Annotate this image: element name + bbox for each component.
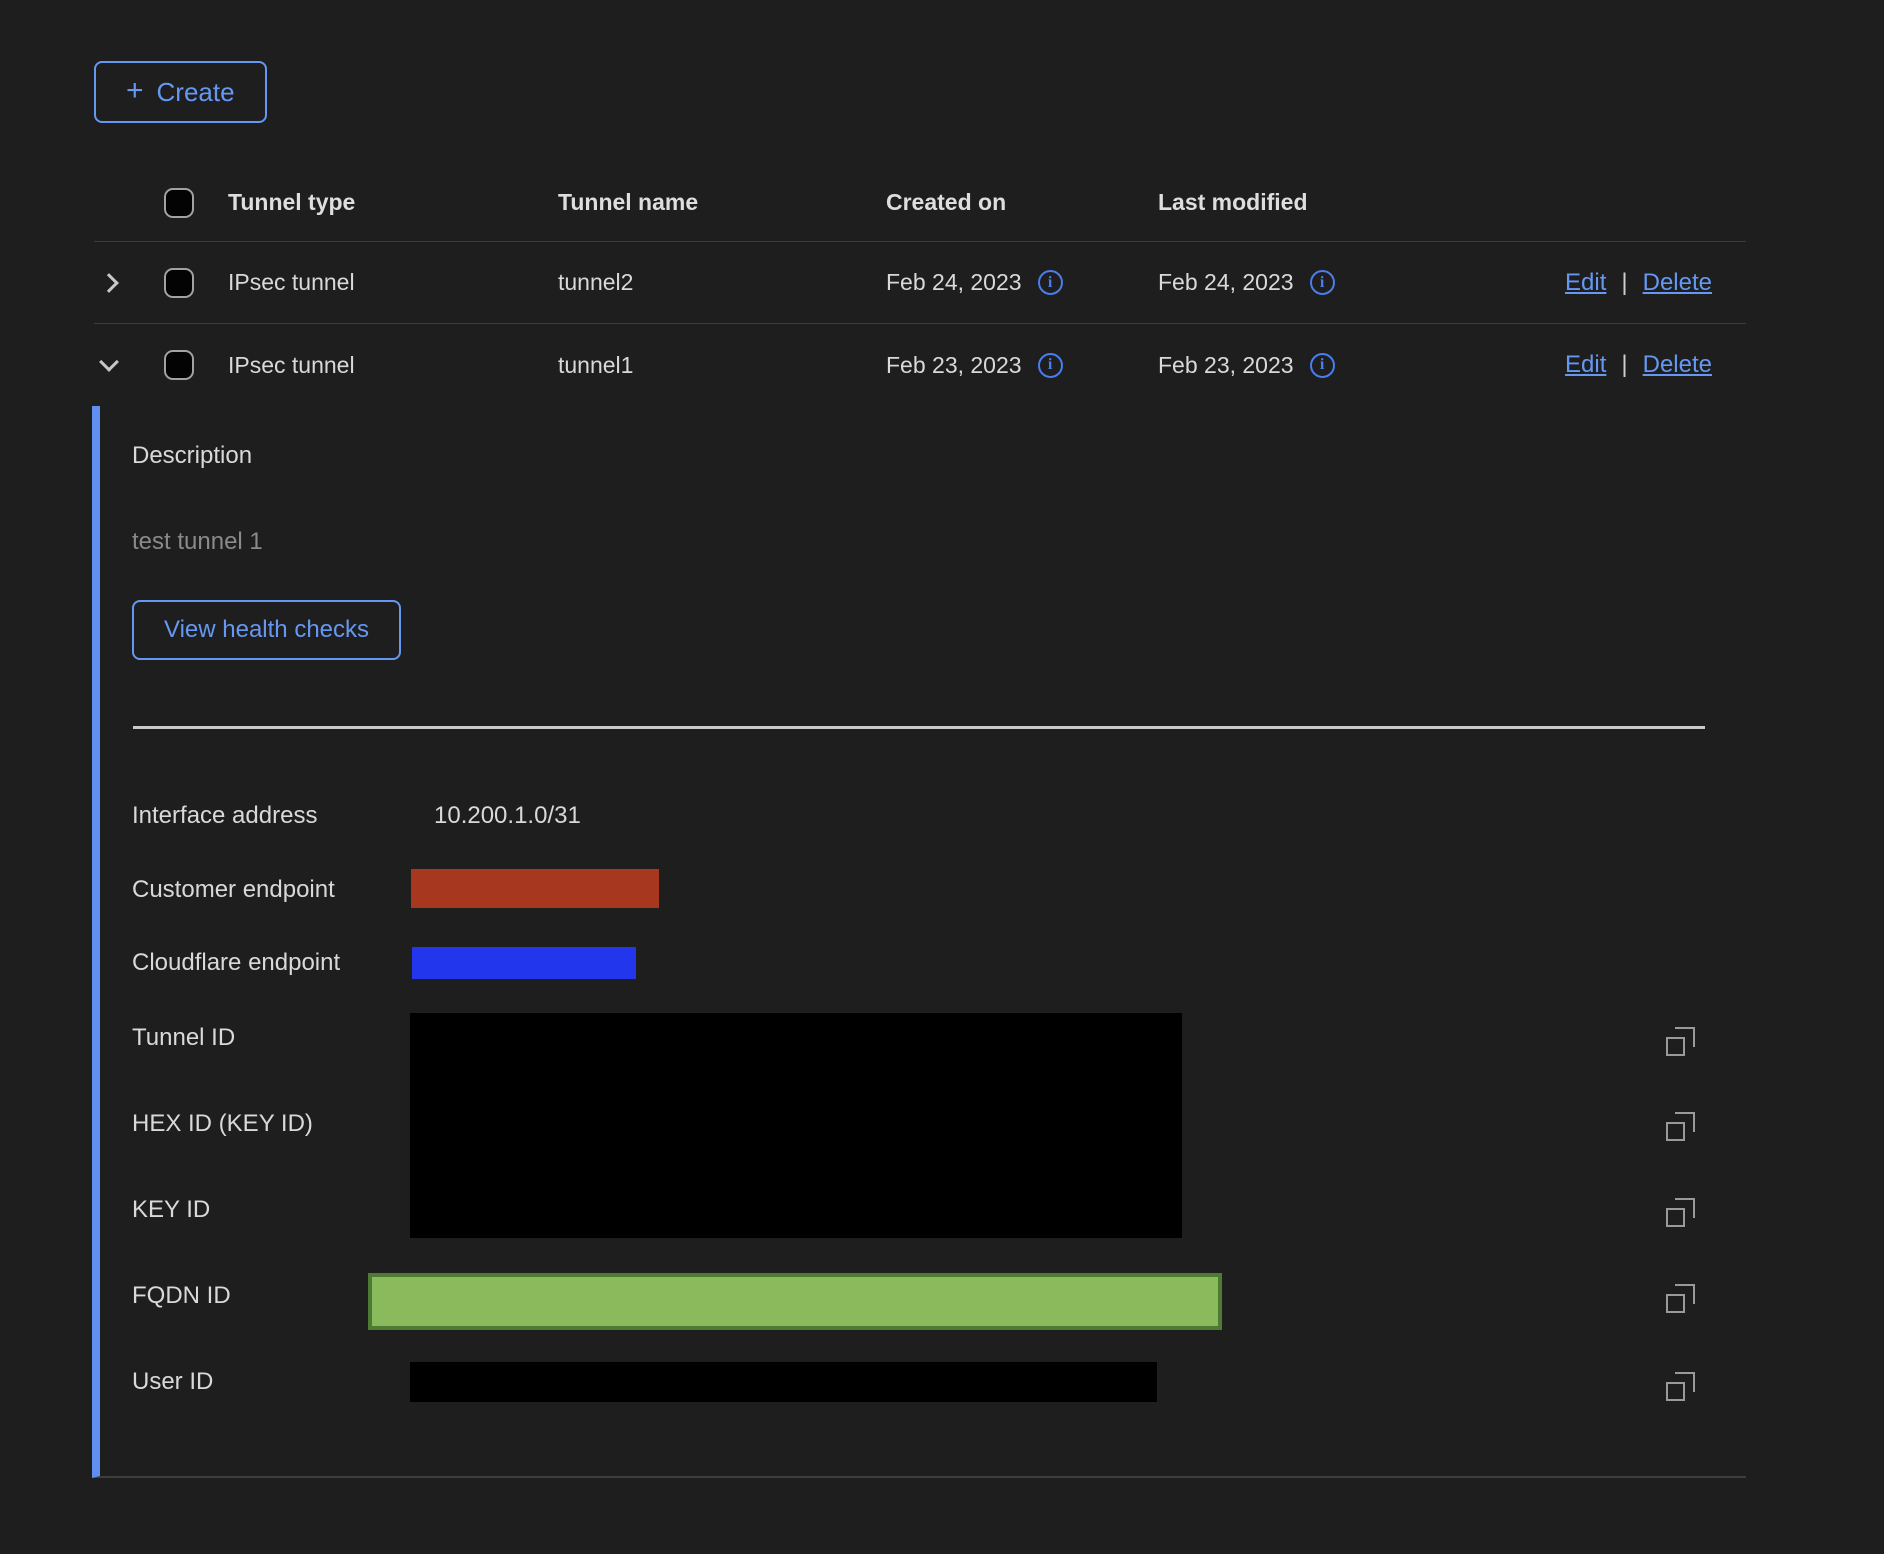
tunnel-name-cell: tunnel1 bbox=[558, 352, 886, 379]
created-on-cell: Feb 24, 2023 bbox=[886, 269, 1022, 296]
copy-icon[interactable] bbox=[1666, 1284, 1696, 1314]
tunnel-type-cell: IPsec tunnel bbox=[228, 352, 558, 379]
action-separator: | bbox=[1621, 351, 1627, 379]
table-row-expanded: IPsec tunnel tunnel1 Feb 23, 2023 Feb 23… bbox=[94, 324, 1746, 406]
header-tunnel-name: Tunnel name bbox=[558, 189, 886, 216]
hex-id-label: HEX ID (KEY ID) bbox=[132, 1110, 313, 1138]
info-icon[interactable] bbox=[1038, 353, 1063, 378]
last-modified-cell: Feb 24, 2023 bbox=[1158, 269, 1294, 296]
tunnel-id-label: Tunnel ID bbox=[132, 1024, 235, 1052]
copy-icon[interactable] bbox=[1666, 1027, 1696, 1057]
header-created-on: Created on bbox=[886, 189, 1158, 216]
tunnel-type-cell: IPsec tunnel bbox=[228, 269, 558, 296]
row-checkbox[interactable] bbox=[164, 350, 194, 380]
tunnels-table: Tunnel type Tunnel name Created on Last … bbox=[94, 164, 1746, 406]
cloudflare-endpoint-redaction bbox=[412, 947, 636, 979]
info-icon[interactable] bbox=[1310, 270, 1335, 295]
table-header-row: Tunnel type Tunnel name Created on Last … bbox=[94, 164, 1746, 242]
user-id-label: User ID bbox=[132, 1368, 213, 1396]
ids-redaction bbox=[410, 1013, 1182, 1238]
created-on-cell: Feb 23, 2023 bbox=[886, 352, 1022, 379]
edit-link[interactable]: Edit bbox=[1565, 351, 1606, 379]
header-tunnel-type: Tunnel type bbox=[228, 189, 558, 216]
description-value: test tunnel 1 bbox=[132, 528, 263, 556]
last-modified-cell: Feb 23, 2023 bbox=[1158, 352, 1294, 379]
view-health-checks-button[interactable]: View health checks bbox=[132, 600, 401, 660]
description-label: Description bbox=[132, 442, 252, 470]
info-icon[interactable] bbox=[1310, 353, 1335, 378]
chevron-down-icon[interactable] bbox=[99, 352, 119, 372]
row-checkbox[interactable] bbox=[164, 268, 194, 298]
plus-icon: + bbox=[126, 76, 144, 106]
create-button-label: Create bbox=[157, 77, 235, 108]
info-icon[interactable] bbox=[1038, 270, 1063, 295]
action-separator: | bbox=[1621, 269, 1627, 297]
copy-icon[interactable] bbox=[1666, 1198, 1696, 1228]
table-row: IPsec tunnel tunnel2 Feb 24, 2023 Feb 24… bbox=[94, 242, 1746, 324]
chevron-right-icon[interactable] bbox=[99, 273, 119, 293]
cloudflare-endpoint-label: Cloudflare endpoint bbox=[132, 949, 340, 977]
interface-address-label: Interface address bbox=[132, 802, 317, 830]
user-id-redaction bbox=[410, 1362, 1157, 1402]
edit-link[interactable]: Edit bbox=[1565, 269, 1606, 297]
header-last-modified: Last modified bbox=[1158, 189, 1430, 216]
key-id-label: KEY ID bbox=[132, 1196, 210, 1224]
interface-address-value: 10.200.1.0/31 bbox=[434, 802, 581, 830]
customer-endpoint-label: Customer endpoint bbox=[132, 876, 335, 904]
section-divider bbox=[133, 726, 1705, 729]
copy-icon[interactable] bbox=[1666, 1112, 1696, 1142]
view-health-checks-label: View health checks bbox=[164, 616, 369, 644]
fqdn-id-redaction bbox=[368, 1273, 1222, 1330]
fqdn-id-label: FQDN ID bbox=[132, 1282, 231, 1310]
delete-link[interactable]: Delete bbox=[1643, 351, 1712, 379]
tunnel-detail-panel: Description test tunnel 1 View health ch… bbox=[92, 406, 1746, 1478]
delete-link[interactable]: Delete bbox=[1643, 269, 1712, 297]
select-all-checkbox[interactable] bbox=[164, 188, 194, 218]
customer-endpoint-redaction bbox=[411, 869, 659, 908]
tunnel-name-cell: tunnel2 bbox=[558, 269, 886, 296]
create-button[interactable]: + Create bbox=[94, 61, 267, 123]
copy-icon[interactable] bbox=[1666, 1372, 1696, 1402]
